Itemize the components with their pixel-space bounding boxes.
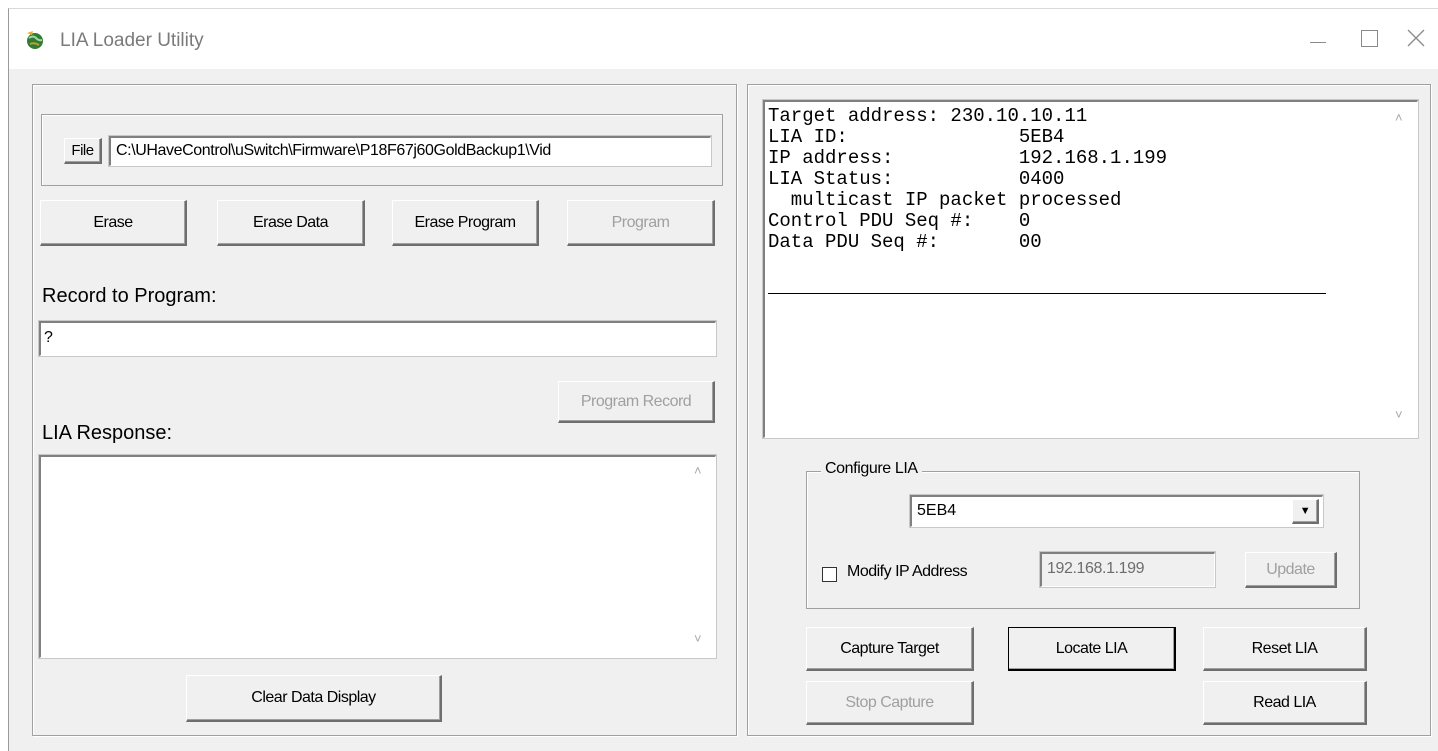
file-path-input[interactable]: C:\UHaveControl\uSwitch\Firmware\P18F67j…: [108, 135, 712, 167]
lia-id-select[interactable]: 5EB4 ▼: [909, 494, 1324, 528]
output-line: multicast IP packet processed: [768, 189, 1122, 211]
output-line: Target address: 230.10.10.11: [768, 105, 1088, 127]
scroll-down-icon[interactable]: ˅: [694, 631, 702, 646]
chevron-down-icon[interactable]: ▼: [1292, 499, 1319, 524]
output-display: Target address: 230.10.10.11 LIA ID: 5EB…: [762, 99, 1419, 439]
modify-ip-checkbox[interactable]: [822, 567, 837, 582]
minimize-button[interactable]: [1292, 9, 1342, 69]
locate-lia-button[interactable]: Locate LIA: [1008, 627, 1176, 671]
window-title: LIA Loader Utility: [60, 30, 204, 51]
erase-program-button[interactable]: Erase Program: [392, 200, 539, 246]
maximize-icon: [1361, 30, 1378, 47]
scroll-up-icon[interactable]: ˄: [1395, 110, 1403, 125]
read-lia-button[interactable]: Read LIA: [1203, 681, 1367, 725]
output-line: Data PDU Seq #: 00: [768, 231, 1042, 253]
globe-icon: [24, 29, 46, 51]
scroll-down-icon[interactable]: ˅: [1395, 407, 1403, 422]
modify-ip-label: Modify IP Address: [847, 563, 968, 580]
configure-lia-title: Configure LIA: [821, 460, 922, 478]
file-button[interactable]: File: [64, 138, 102, 164]
right-panel: Target address: 230.10.10.11 LIA ID: 5EB…: [747, 84, 1431, 736]
capture-target-button[interactable]: Capture Target: [806, 627, 974, 671]
program-button[interactable]: Program: [567, 200, 715, 246]
output-line: LIA ID: 5EB4: [768, 126, 1065, 148]
output-line: LIA Status: 0400: [768, 168, 1065, 190]
stop-capture-button[interactable]: Stop Capture: [806, 681, 974, 725]
erase-data-button[interactable]: Erase Data: [217, 200, 365, 246]
scroll-up-icon[interactable]: ˄: [694, 463, 702, 478]
program-record-button[interactable]: Program Record: [558, 381, 715, 423]
output-line: Control PDU Seq #: 0: [768, 210, 1031, 232]
ip-address-input[interactable]: 192.168.1.199: [1039, 551, 1216, 588]
close-button[interactable]: [1390, 9, 1438, 69]
record-input[interactable]: ?: [38, 320, 717, 357]
title-bar[interactable]: LIA Loader Utility: [9, 9, 1438, 69]
close-icon: [1407, 29, 1425, 47]
minimize-icon: [1310, 42, 1326, 43]
reset-lia-button[interactable]: Reset LIA: [1203, 627, 1367, 671]
lia-response-textarea[interactable]: ˄ ˅: [38, 454, 717, 659]
file-group: File C:\UHaveControl\uSwitch\Firmware\P1…: [41, 114, 723, 186]
update-button[interactable]: Update: [1245, 552, 1337, 588]
configure-lia-group: Configure LIA 5EB4 ▼ Modify IP Address 1…: [806, 460, 1360, 609]
record-to-program-label: Record to Program:: [42, 285, 217, 307]
output-separator: [768, 293, 1326, 294]
maximize-button[interactable]: [1342, 9, 1392, 69]
clear-data-display-button[interactable]: Clear Data Display: [186, 675, 442, 722]
lia-response-label: LIA Response:: [42, 422, 173, 444]
left-panel: File C:\UHaveControl\uSwitch\Firmware\P1…: [32, 84, 737, 736]
lia-id-value: 5EB4: [917, 502, 957, 519]
output-line: IP address: 192.168.1.199: [768, 147, 1168, 169]
app-window: LIA Loader Utility File C:\UHaveControl\…: [8, 8, 1438, 751]
erase-button[interactable]: Erase: [40, 200, 187, 246]
